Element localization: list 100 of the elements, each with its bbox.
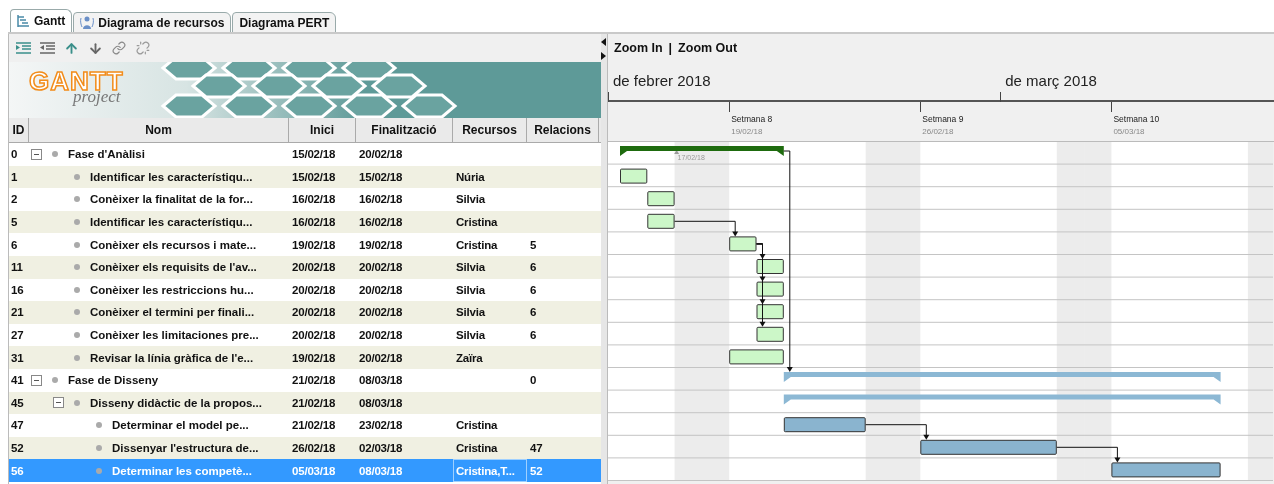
column-header[interactable]: Relacions — [527, 118, 599, 142]
start-date: 15/02/18 — [291, 170, 337, 183]
task-bullet-icon — [74, 399, 80, 406]
collapse-toggle[interactable] — [31, 374, 42, 386]
move-down-button[interactable] — [87, 40, 103, 56]
task-bar[interactable] — [756, 326, 784, 342]
indent-button[interactable] — [15, 40, 31, 56]
resources-cell-text: Cristina — [455, 441, 499, 456]
week-label: Setmana 9 — [922, 114, 964, 124]
zoom-in-link[interactable]: Zoom In — [614, 41, 663, 55]
dependency-arrow — [865, 424, 930, 440]
id-cell-text: 1 — [10, 170, 19, 183]
dependency-arrow — [674, 220, 739, 237]
task-bar[interactable] — [647, 191, 675, 207]
tab-label: Diagrama de recursos — [98, 15, 225, 30]
id-cell-text: 11 — [10, 261, 24, 274]
end-date: 20/02/18 — [358, 351, 404, 364]
end-date: 20/02/18 — [358, 329, 404, 342]
task-row[interactable]: 5 Identificar les característiqu... 16/02/18 16/02/18 Cristina — [9, 210, 601, 234]
separator: | — [668, 41, 673, 55]
task-bar[interactable] — [756, 281, 784, 297]
column-header[interactable]: Nom — [29, 118, 289, 142]
task-name: Conèixer els recursos i mate... — [90, 238, 257, 251]
resources-cell-text: Zaïra — [455, 350, 484, 366]
task-bullet-icon — [74, 173, 80, 180]
column-header[interactable]: Finalització — [356, 118, 453, 142]
task-name: Conèixer les limitaciones pre... — [90, 329, 259, 342]
start-date: 26/02/18 — [291, 442, 337, 454]
column-header[interactable]: ID — [9, 118, 29, 142]
task-row[interactable]: 52 Dissenyar l'estructura de... 26/02/18 02/03/18 Cristina 47 — [9, 436, 601, 460]
resources-cell-text: Cristina — [455, 215, 499, 231]
resources-cell-text: Silvia — [455, 328, 487, 344]
tab[interactable]: Diagrama de recursos — [73, 12, 232, 33]
end-date: 20/02/18 — [358, 261, 404, 274]
id-cell-text: 21 — [10, 306, 25, 319]
relations-cell-text: 0 — [529, 374, 538, 387]
start-date: 19/02/18 — [291, 351, 337, 364]
task-bullet-icon — [74, 196, 80, 203]
task-bullet-icon — [52, 151, 58, 158]
unlink-icon — [136, 41, 150, 55]
month-label: de març 2018 — [1005, 72, 1097, 89]
outdent-icon — [39, 42, 55, 54]
task-row[interactable]: 11 Conèixer els requisits de l'av... 20/02/18 20/02/18 Silvia 6 — [9, 255, 601, 279]
task-name: Identificar les característiqu... — [90, 170, 253, 183]
resources-cell-text: Silvia — [455, 282, 487, 298]
task-name: Conèixer el termini per finali... — [90, 306, 255, 319]
start-date: 20/02/18 — [291, 261, 337, 274]
week-label: Setmana 8 — [731, 114, 773, 124]
task-bar[interactable] — [783, 417, 866, 433]
end-date: 20/02/18 — [358, 148, 404, 161]
task-bar[interactable] — [729, 236, 757, 252]
week-date: 19/02/18 — [731, 127, 763, 136]
tab[interactable]: Gantt — [10, 9, 73, 33]
id-cell-text: 56 — [10, 464, 25, 477]
task-bullet-icon — [74, 309, 80, 316]
id-cell-text: 16 — [10, 283, 25, 296]
task-bullet-icon — [74, 264, 80, 271]
id-cell-text: 41 — [10, 374, 25, 387]
task-bullet-icon — [74, 332, 80, 339]
end-date: 19/02/18 — [358, 238, 404, 251]
relations-cell-text: 6 — [529, 306, 538, 319]
collapse-toggle[interactable] — [53, 397, 64, 409]
relations-cell-text: 47 — [529, 442, 544, 454]
resources-cell-text: Silvia — [455, 192, 487, 208]
resources-cell-text: Silvia — [455, 260, 487, 276]
outdent-button[interactable] — [39, 40, 55, 56]
task-name: Conèixer els requisits de l'av... — [90, 261, 257, 274]
task-bullet-icon — [96, 445, 102, 451]
summary-bar[interactable] — [620, 146, 784, 156]
id-cell-text: 6 — [10, 238, 19, 251]
move-up-button[interactable] — [63, 40, 79, 56]
link-button[interactable] — [111, 40, 127, 56]
task-name: Dissenyar l'estructura de... — [112, 442, 259, 454]
task-bullet-icon — [74, 241, 80, 248]
collapse-toggle[interactable] — [31, 148, 42, 160]
end-date: 08/03/18 — [358, 464, 404, 477]
zoom-out-link[interactable]: Zoom Out — [678, 41, 738, 55]
task-row[interactable]: 45 Disseny didàctic de la propos... 21/02/18 08/03/18 — [9, 391, 601, 415]
start-date: 21/02/18 — [291, 419, 337, 432]
gantt-icon — [17, 15, 30, 27]
task-row[interactable]: 1 Identificar les característiqu... 15/02/18 15/02/18 Núria — [9, 165, 601, 189]
end-date: 20/02/18 — [358, 283, 404, 296]
id-cell-text: 45 — [10, 396, 25, 409]
dependency-arrow — [1056, 446, 1121, 463]
task-bar[interactable] — [756, 259, 784, 274]
column-header[interactable]: Inici — [289, 118, 356, 142]
task-bar[interactable] — [756, 304, 784, 320]
week-date: 05/03/18 — [1113, 127, 1145, 136]
task-bullet-icon — [74, 219, 80, 226]
tab-label: Gantt — [34, 14, 66, 28]
task-name: Disseny didàctic de la propos... — [90, 396, 262, 409]
task-bar[interactable] — [647, 213, 675, 229]
task-row[interactable]: 31 Revisar la línia gràfica de l'e... 19/02/18 20/02/18 Zaïra — [9, 346, 601, 369]
column-header[interactable]: Recursos — [453, 118, 527, 142]
id-cell-text: 2 — [10, 193, 19, 206]
start-date: 20/02/18 — [291, 306, 337, 319]
task-row[interactable]: 21 Conèixer el termini per finali... 20/02/18 20/02/18 Silvia 6 — [9, 301, 601, 324]
task-name: Determinar el model pe... — [112, 419, 249, 432]
tab[interactable]: Diagrama PERT — [232, 12, 337, 33]
task-bar[interactable] — [620, 168, 648, 184]
